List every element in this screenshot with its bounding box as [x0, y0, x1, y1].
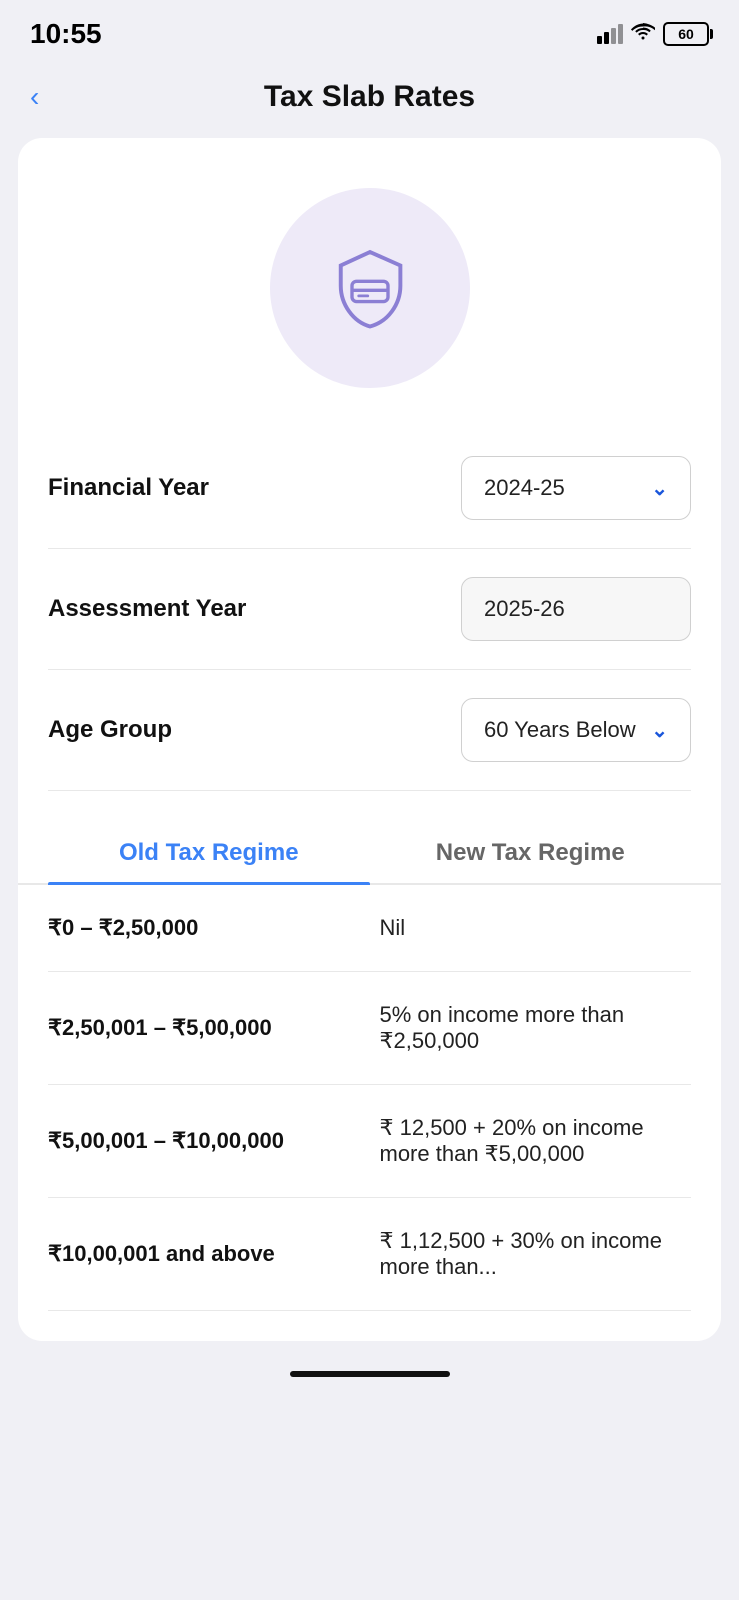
slab-row-3: ₹5,00,001 – ₹10,00,000 ₹ 12,500 + 20% on…: [48, 1085, 691, 1198]
back-button[interactable]: ‹: [30, 83, 39, 111]
header: ‹ Tax Slab Rates: [0, 60, 739, 138]
slab-rate-3: ₹ 12,500 + 20% on income more than ₹5,00…: [380, 1115, 692, 1167]
form-section: Financial Year 2024-25 ⌄ Assessment Year…: [18, 428, 721, 791]
assessment-year-field: 2025-26: [461, 577, 691, 641]
status-bar: 10:55 60: [0, 0, 739, 60]
age-group-dropdown[interactable]: 60 Years Below ⌄: [461, 698, 691, 762]
home-bar: [290, 1371, 450, 1377]
slab-row-1: ₹0 – ₹2,50,000 Nil: [48, 885, 691, 972]
tab-new-tax-regime[interactable]: New Tax Regime: [370, 821, 692, 883]
age-group-value: 60 Years Below: [484, 717, 636, 743]
financial-year-value: 2024-25: [484, 475, 565, 501]
age-group-chevron-icon: ⌄: [651, 718, 668, 743]
battery-icon: 60: [663, 22, 709, 46]
slab-range-2: ₹2,50,001 – ₹5,00,000: [48, 1015, 360, 1041]
slab-row-4: ₹10,00,001 and above ₹ 1,12,500 + 30% on…: [48, 1198, 691, 1311]
main-card: Financial Year 2024-25 ⌄ Assessment Year…: [18, 138, 721, 1341]
assessment-year-value: 2025-26: [484, 596, 565, 622]
icon-area: [18, 138, 721, 428]
financial-year-label: Financial Year: [48, 474, 209, 502]
status-icons: 60: [597, 22, 709, 46]
slab-range-3: ₹5,00,001 – ₹10,00,000: [48, 1128, 360, 1154]
assessment-year-label: Assessment Year: [48, 595, 246, 623]
page-title: Tax Slab Rates: [264, 80, 475, 114]
age-group-label: Age Group: [48, 716, 172, 744]
signal-icon: [597, 24, 623, 44]
slab-table: ₹0 – ₹2,50,000 Nil ₹2,50,001 – ₹5,00,000…: [18, 885, 721, 1311]
financial-year-chevron-icon: ⌄: [651, 476, 668, 501]
shield-payment-icon: [325, 243, 415, 333]
slab-range-1: ₹0 – ₹2,50,000: [48, 915, 360, 941]
slab-rate-4: ₹ 1,12,500 + 30% on income more than...: [380, 1228, 692, 1280]
financial-year-dropdown[interactable]: 2024-25 ⌄: [461, 456, 691, 520]
home-indicator: [0, 1351, 739, 1387]
tab-old-tax-regime[interactable]: Old Tax Regime: [48, 821, 370, 883]
age-group-row: Age Group 60 Years Below ⌄: [48, 670, 691, 791]
slab-rate-1: Nil: [380, 915, 692, 941]
slab-row-2: ₹2,50,001 – ₹5,00,000 5% on income more …: [48, 972, 691, 1085]
assessment-year-row: Assessment Year 2025-26: [48, 549, 691, 670]
wifi-icon: [631, 22, 655, 46]
financial-year-row: Financial Year 2024-25 ⌄: [48, 428, 691, 549]
tabs-section: Old Tax Regime New Tax Regime: [18, 801, 721, 885]
icon-circle: [270, 188, 470, 388]
slab-rate-2: 5% on income more than ₹2,50,000: [380, 1002, 692, 1054]
slab-range-4: ₹10,00,001 and above: [48, 1241, 360, 1267]
status-time: 10:55: [30, 18, 102, 50]
